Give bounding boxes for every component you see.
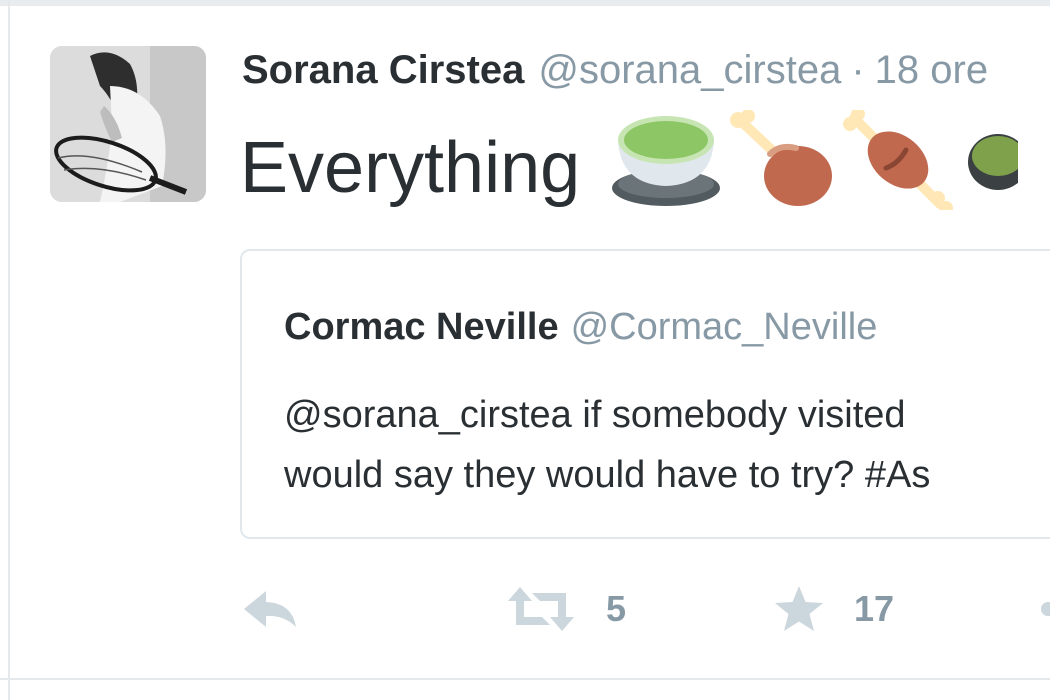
retweet-count: 5: [606, 588, 627, 629]
reply-button[interactable]: [242, 581, 300, 637]
author-name[interactable]: Sorana Cirstea: [242, 48, 524, 92]
more-dots-icon: [1038, 599, 1050, 619]
favorite-count: 17: [854, 588, 895, 629]
retweet-button[interactable]: 5: [506, 581, 626, 637]
tweet-time[interactable]: 18 ore: [875, 48, 988, 92]
green-bowl-emoji: [610, 110, 722, 236]
more-button[interactable]: [1038, 581, 1050, 637]
reply-icon: [242, 589, 300, 629]
tweet-text-content: Everything: [240, 128, 581, 209]
quoted-tweet-text: @sorana_cirstea if somebody visited woul…: [284, 385, 1050, 505]
tweet-header: Sorana Cirstea @sorana_cirstea · 18 ore: [242, 44, 988, 96]
separator-dot: ·: [851, 48, 865, 92]
quoted-author-name[interactable]: Cormac Neville: [284, 306, 559, 348]
bottom-border: [0, 678, 1050, 680]
quoted-tweet-header: Cormac Neville @Cormac_Neville: [284, 303, 877, 351]
quoted-text-line-2: would say they would have to try? #As: [284, 454, 931, 496]
partial-emoji: [958, 110, 1029, 236]
author-handle[interactable]: @sorana_cirstea: [538, 48, 841, 92]
favorite-button[interactable]: 17: [774, 581, 894, 637]
avatar[interactable]: [50, 46, 206, 202]
poultry-leg-emoji: [726, 109, 838, 236]
quoted-author-handle[interactable]: @Cormac_Neville: [571, 306, 878, 348]
quoted-text-line-1: @sorana_cirstea if somebody visited: [284, 394, 906, 436]
tweet-actions: 5 17: [242, 581, 1050, 637]
tweet-text: Everything: [240, 107, 1029, 236]
meat-on-bone-emoji: [842, 107, 954, 236]
tweet[interactable]: Sorana Cirstea @sorana_cirstea · 18 ore Eve…: [10, 6, 1050, 678]
quoted-tweet-card[interactable]: Cormac Neville @Cormac_Neville @sorana_ci…: [240, 249, 1050, 539]
star-icon: [774, 585, 824, 633]
retweet-icon: [506, 587, 576, 631]
